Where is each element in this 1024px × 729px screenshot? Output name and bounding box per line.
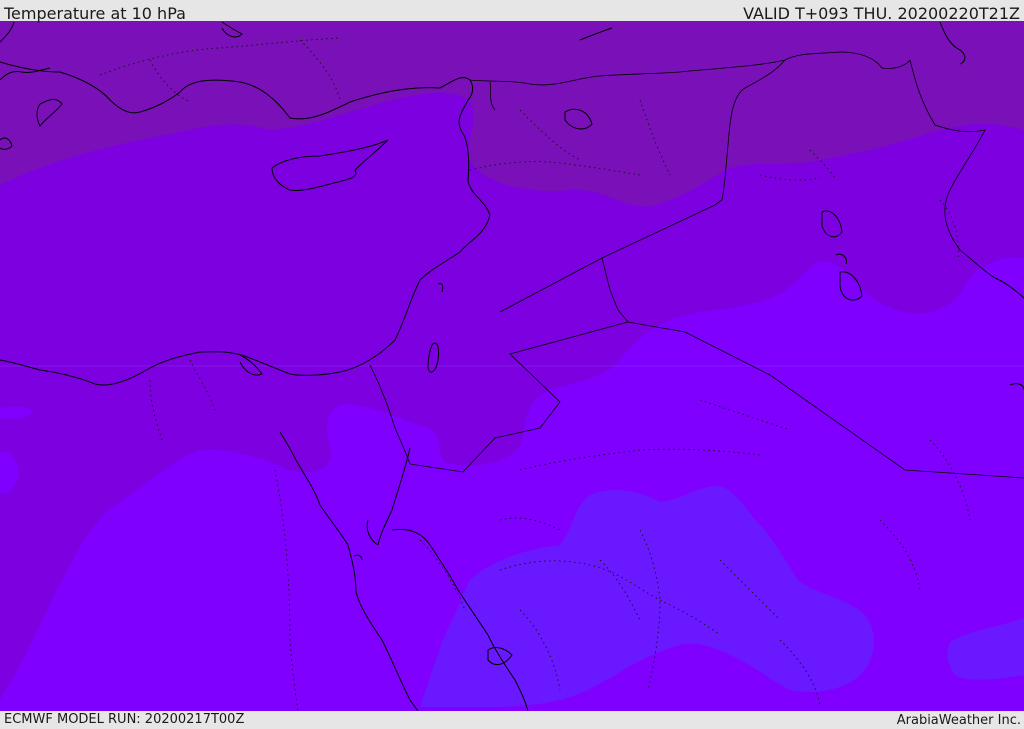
brand-label: ArabiaWeather Inc. xyxy=(896,713,1021,728)
valid-time-label: VALID T+093 THU. 20200220T21Z xyxy=(743,4,1020,23)
map-title: Temperature at 10 hPa xyxy=(4,4,186,23)
map-page: Temperature at 10 hPa VALID T+093 THU. 2… xyxy=(0,0,1024,729)
model-run-label: ECMWF MODEL RUN: 20200217T00Z xyxy=(4,712,245,727)
temperature-map xyxy=(0,21,1024,711)
